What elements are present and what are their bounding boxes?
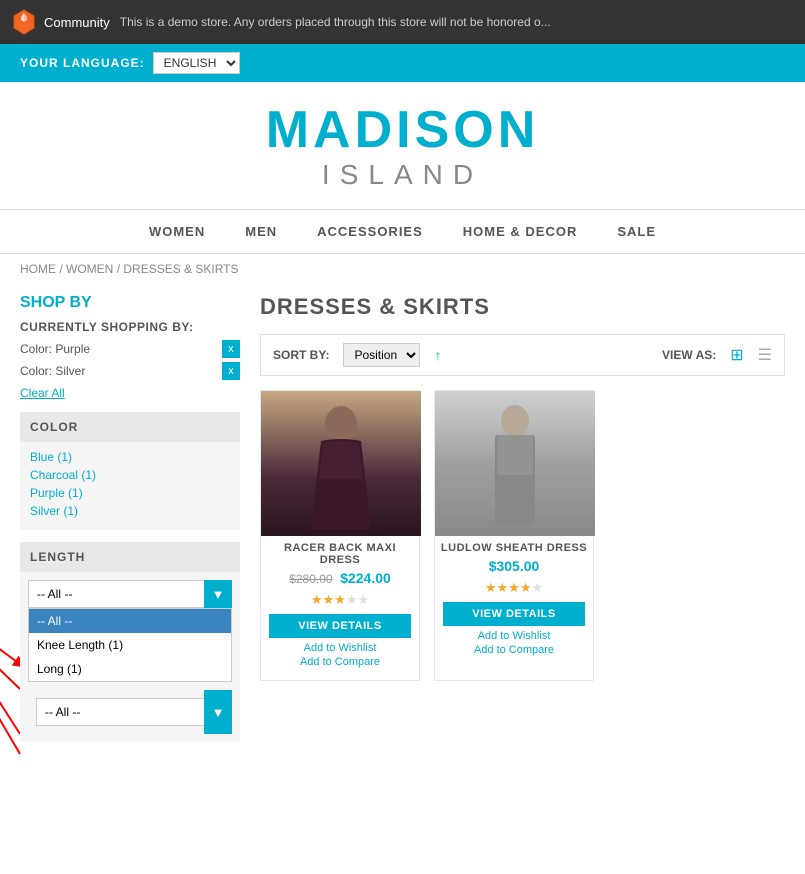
add-compare-ludlow[interactable]: Add to Compare	[435, 644, 593, 656]
lang-select[interactable]: ENGLISH	[153, 52, 240, 74]
currently-shopping-label: CURRENTLY SHOPPING BY:	[20, 320, 240, 334]
language-bar: YOUR LANGUAGE: ENGLISH	[0, 44, 805, 82]
length-filter-section: LENGTH -- All -- ▼ -- All -- Knee Length…	[20, 542, 240, 742]
magento-icon	[10, 8, 38, 36]
new-price-racer: $224.00	[340, 570, 391, 586]
product-card-racer: RACER BACK MAXI DRESS $280.00 $224.00 ★★…	[260, 390, 420, 681]
view-details-ludlow[interactable]: VIEW DETAILS	[443, 602, 585, 626]
ludlow-dress-svg	[470, 399, 560, 529]
color-options: Blue (1) Charcoal (1) Purple (1) Silver …	[20, 442, 240, 530]
color-option-blue[interactable]: Blue (1)	[30, 450, 230, 464]
add-wishlist-racer[interactable]: Add to Wishlist	[261, 642, 419, 654]
color-option-charcoal[interactable]: Charcoal (1)	[30, 468, 230, 482]
main-nav: WOMEN MEN ACCESSORIES HOME & DECOR SALE	[0, 209, 805, 254]
breadcrumb-home[interactable]: HOME	[20, 262, 56, 276]
filter-color-silver: Color: Silver x	[20, 362, 240, 380]
sort-select[interactable]: Position	[343, 343, 420, 367]
site-title-sub: ISLAND	[0, 159, 805, 191]
product-card-ludlow: LUDLOW SHEATH DRESS $305.00 ★★★★★ VIEW D…	[434, 390, 594, 681]
sort-direction-icon[interactable]: ↑	[434, 347, 441, 363]
length-dropdown-wrapper: -- All -- ▼	[28, 580, 232, 608]
remove-silver-filter[interactable]: x	[222, 362, 240, 380]
site-title-main: MADISON	[0, 102, 805, 159]
sidebar: You can select and deselect several opti…	[20, 294, 240, 754]
filter-color-silver-label: Color: Silver	[20, 364, 222, 378]
length-option-knee[interactable]: Knee Length (1)	[29, 633, 231, 657]
community-label: Community	[44, 15, 110, 30]
top-banner: Community This is a demo store. Any orde…	[0, 0, 805, 44]
product-image-ludlow	[435, 391, 595, 536]
product-name-ludlow: LUDLOW SHEATH DRESS	[435, 536, 593, 556]
list-view-icon[interactable]: ☰	[758, 345, 772, 365]
racer-dress-svg	[291, 399, 391, 529]
site-header: MADISON ISLAND	[0, 82, 805, 201]
length-option-long[interactable]: Long (1)	[29, 657, 231, 681]
grid-view-icon[interactable]: ⊞	[730, 345, 743, 365]
product-price-ludlow: $305.00	[435, 556, 593, 576]
product-links-ludlow: Add to Wishlist Add to Compare	[435, 630, 593, 656]
nav-women[interactable]: WOMEN	[149, 224, 205, 239]
product-price-racer: $280.00 $224.00	[261, 568, 419, 588]
main-content: DRESSES & SKIRTS SORT BY: Position ↑ VIE…	[260, 294, 785, 754]
shop-by-title: SHOP BY	[20, 294, 240, 312]
magento-logo: Community	[10, 8, 110, 36]
view-as-label: VIEW AS:	[662, 348, 716, 362]
demo-notice: This is a demo store. Any orders placed …	[120, 15, 551, 29]
length-dropdown-open: -- All -- Knee Length (1) Long (1)	[28, 608, 232, 682]
length-bottom-dropdown[interactable]: -- All --	[36, 698, 224, 726]
length-bottom-dropdown-wrapper: -- All -- ▼	[28, 690, 232, 734]
product-links-racer: Add to Wishlist Add to Compare	[261, 642, 419, 668]
clear-all-link[interactable]: Clear All	[20, 386, 240, 400]
page-content: You can select and deselect several opti…	[0, 284, 805, 764]
lang-label: YOUR LANGUAGE:	[20, 56, 145, 70]
product-image-racer	[261, 391, 421, 536]
stars-racer: ★★★★★	[261, 592, 419, 608]
color-section-title: COLOR	[20, 412, 240, 442]
nav-sale[interactable]: SALE	[617, 224, 656, 239]
filter-color-purple: Color: Purple x	[20, 340, 240, 358]
filter-color-purple-label: Color: Purple	[20, 342, 222, 356]
toolbar: SORT BY: Position ↑ VIEW AS: ⊞ ☰	[260, 334, 785, 376]
breadcrumb: HOME / WOMEN / DRESSES & SKIRTS	[0, 254, 805, 284]
add-compare-racer[interactable]: Add to Compare	[261, 656, 419, 668]
length-option-all[interactable]: -- All --	[29, 609, 231, 633]
view-details-racer[interactable]: VIEW DETAILS	[269, 614, 411, 638]
length-section-title: LENGTH	[20, 542, 240, 572]
breadcrumb-women[interactable]: WOMEN	[66, 262, 113, 276]
add-wishlist-ludlow[interactable]: Add to Wishlist	[435, 630, 593, 642]
product-name-racer: RACER BACK MAXI DRESS	[261, 536, 419, 568]
remove-purple-filter[interactable]: x	[222, 340, 240, 358]
old-price-racer: $280.00	[289, 572, 332, 586]
price-ludlow: $305.00	[489, 558, 540, 574]
breadcrumb-current: DRESSES & SKIRTS	[123, 262, 238, 276]
category-title: DRESSES & SKIRTS	[260, 294, 785, 320]
product-grid: RACER BACK MAXI DRESS $280.00 $224.00 ★★…	[260, 390, 785, 681]
color-filter-section: COLOR Blue (1) Charcoal (1) Purple (1) S…	[20, 412, 240, 530]
nav-accessories[interactable]: ACCESSORIES	[317, 224, 423, 239]
sort-by-label: SORT BY:	[273, 348, 329, 362]
color-option-purple[interactable]: Purple (1)	[30, 486, 230, 500]
stars-ludlow: ★★★★★	[435, 580, 593, 596]
color-option-silver[interactable]: Silver (1)	[30, 504, 230, 518]
nav-men[interactable]: MEN	[245, 224, 277, 239]
nav-home-decor[interactable]: HOME & DECOR	[463, 224, 578, 239]
length-dropdown[interactable]: -- All --	[28, 580, 232, 608]
